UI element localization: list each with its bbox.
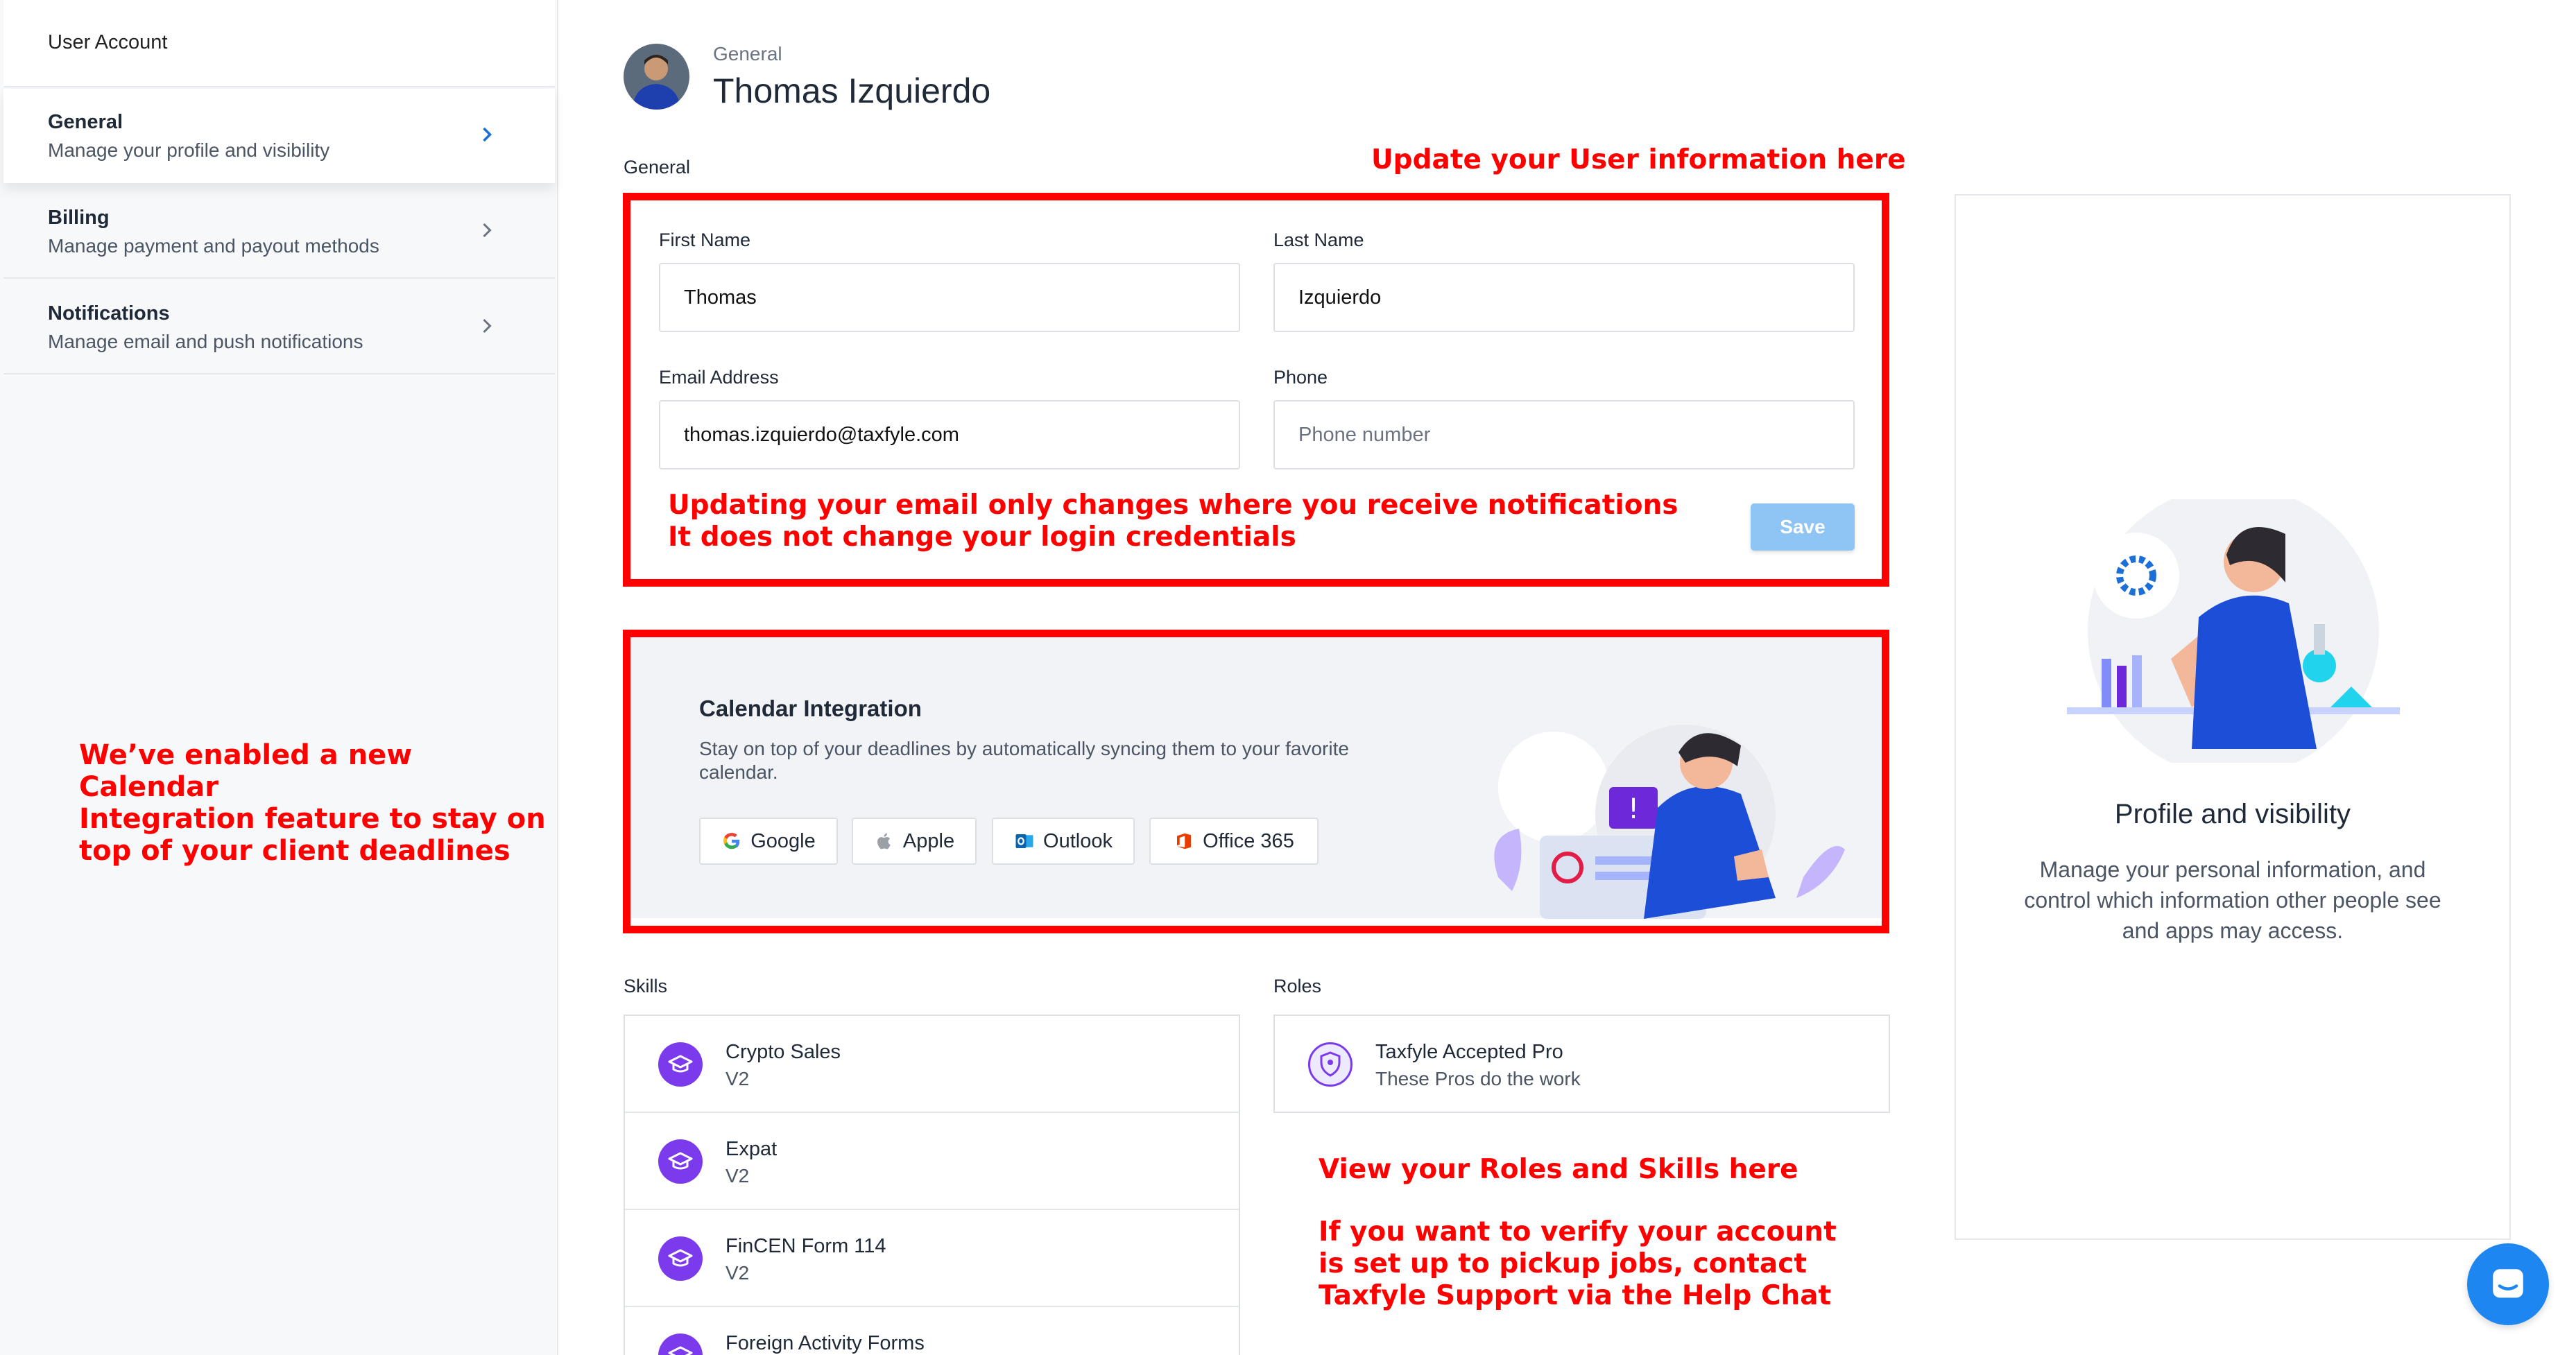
list-item: Crypto Sales V2 [625, 1016, 1239, 1113]
svg-text:!: ! [1628, 793, 1639, 825]
outlook-calendar-button[interactable]: Outlook [992, 818, 1135, 865]
phone-label: Phone [1273, 367, 1328, 388]
apple-icon [877, 833, 891, 849]
first-name-label: First Name [659, 230, 751, 250]
skill-version: V2 [725, 1262, 750, 1284]
google-calendar-button[interactable]: Google [699, 818, 838, 865]
annotation-line: is set up to pickup jobs, contact [1319, 1248, 1807, 1279]
chat-icon [2493, 1269, 2523, 1298]
sidebar: User Account General Manage your profile… [0, 0, 558, 1355]
last-name-field[interactable]: Izquierdo [1273, 263, 1855, 332]
annotation-line: We’ve enabled a new Calendar [79, 739, 413, 803]
chevron-right-icon [483, 318, 492, 334]
help-chat-button[interactable] [2467, 1243, 2549, 1325]
list-item: Expat V2 [625, 1113, 1239, 1210]
office365-calendar-button[interactable]: Office 365 [1149, 818, 1319, 865]
profile-visibility-title: Profile and visibility [2114, 799, 2351, 829]
roles-label: Roles [1273, 976, 1322, 996]
skill-version: V2 [725, 1165, 750, 1186]
graduation-cap-icon [658, 1334, 703, 1355]
shield-user-icon [1308, 1042, 1353, 1087]
verify-annotation: If you want to verify your account is se… [1319, 1216, 1837, 1312]
office-icon [1177, 833, 1192, 849]
graduation-cap-icon [658, 1139, 703, 1184]
skill-name: FinCEN Form 114 [725, 1235, 886, 1257]
role-description: These Pros do the work [1375, 1068, 1581, 1089]
skills-list: Crypto Sales V2 Expat V2 FinCEN Form 114… [624, 1015, 1240, 1355]
calendar-annotation: We’ve enabled a new Calendar Integration… [79, 739, 557, 867]
list-item: Foreign Activity Forms [625, 1307, 1239, 1355]
skill-version: V2 [725, 1068, 750, 1089]
sidebar-item-notifications[interactable]: Notifications Manage email and push noti… [3, 280, 555, 374]
chevron-right-icon [483, 127, 492, 142]
office365-label: Office 365 [1203, 829, 1294, 852]
last-name-label: Last Name [1273, 230, 1364, 250]
apple-calendar-button[interactable]: Apple [852, 818, 977, 865]
email-annotation: Updating your email only changes where y… [668, 490, 1678, 553]
update-info-annotation: Update your User information here [1371, 144, 1906, 175]
calendar-description: Stay on top of your deadlines by automat… [699, 738, 1349, 783]
phone-field[interactable]: Phone number [1273, 400, 1855, 469]
skill-name: Foreign Activity Forms [725, 1332, 925, 1354]
page-title: Thomas Izquierdo [713, 71, 991, 110]
avatar-image [624, 44, 689, 110]
profile-illustration [2067, 499, 2400, 763]
outlook-label: Outlook [1043, 829, 1113, 852]
annotation-line: Updating your email only changes where y… [668, 490, 1678, 521]
save-button[interactable]: Save [1751, 503, 1855, 551]
breadcrumb: General [713, 43, 782, 64]
annotation-line: Integration feature to stay on [79, 803, 546, 835]
calendar-title: Calendar Integration [699, 696, 922, 721]
chevron-right-icon [483, 223, 492, 238]
calendar-illustration: ! [1494, 725, 1845, 919]
annotation-line: It does not change your login credential… [668, 521, 1296, 553]
annotation-line: Taxfyle Support via the Help Chat [1319, 1280, 1832, 1311]
list-item: FinCEN Form 114 V2 [625, 1210, 1239, 1307]
sidebar-item-billing[interactable]: Billing Manage payment and payout method… [3, 184, 555, 279]
roles-annotation: View your Roles and Skills here [1319, 1154, 1798, 1185]
graduation-cap-icon [658, 1042, 703, 1087]
role-name: Taxfyle Accepted Pro [1375, 1041, 1563, 1063]
google-label: Google [750, 829, 816, 852]
list-item: Taxfyle Accepted Pro These Pros do the w… [1275, 1016, 1889, 1113]
google-icon [723, 833, 740, 849]
annotation-line: top of your client deadlines [79, 835, 510, 867]
sidebar-item-general[interactable]: General Manage your profile and visibili… [3, 89, 555, 183]
annotation-line: If you want to verify your account [1319, 1216, 1837, 1248]
email-label: Email Address [659, 367, 779, 388]
first-name-field[interactable]: Thomas [659, 263, 1240, 332]
skills-label: Skills [624, 976, 668, 996]
general-section-label: General [624, 157, 691, 178]
roles-list: Taxfyle Accepted Pro These Pros do the w… [1273, 1015, 1890, 1113]
skill-name: Crypto Sales [725, 1041, 841, 1063]
outlook-icon [1015, 834, 1033, 848]
skill-name: Expat [725, 1138, 778, 1160]
graduation-cap-icon [658, 1236, 703, 1281]
sidebar-title: User Account [3, 0, 555, 87]
profile-visibility-description: Manage your personal information, and co… [2024, 857, 2441, 943]
email-field[interactable]: thomas.izquierdo@taxfyle.com [659, 400, 1240, 469]
avatar [624, 44, 689, 110]
apple-label: Apple [902, 829, 955, 852]
